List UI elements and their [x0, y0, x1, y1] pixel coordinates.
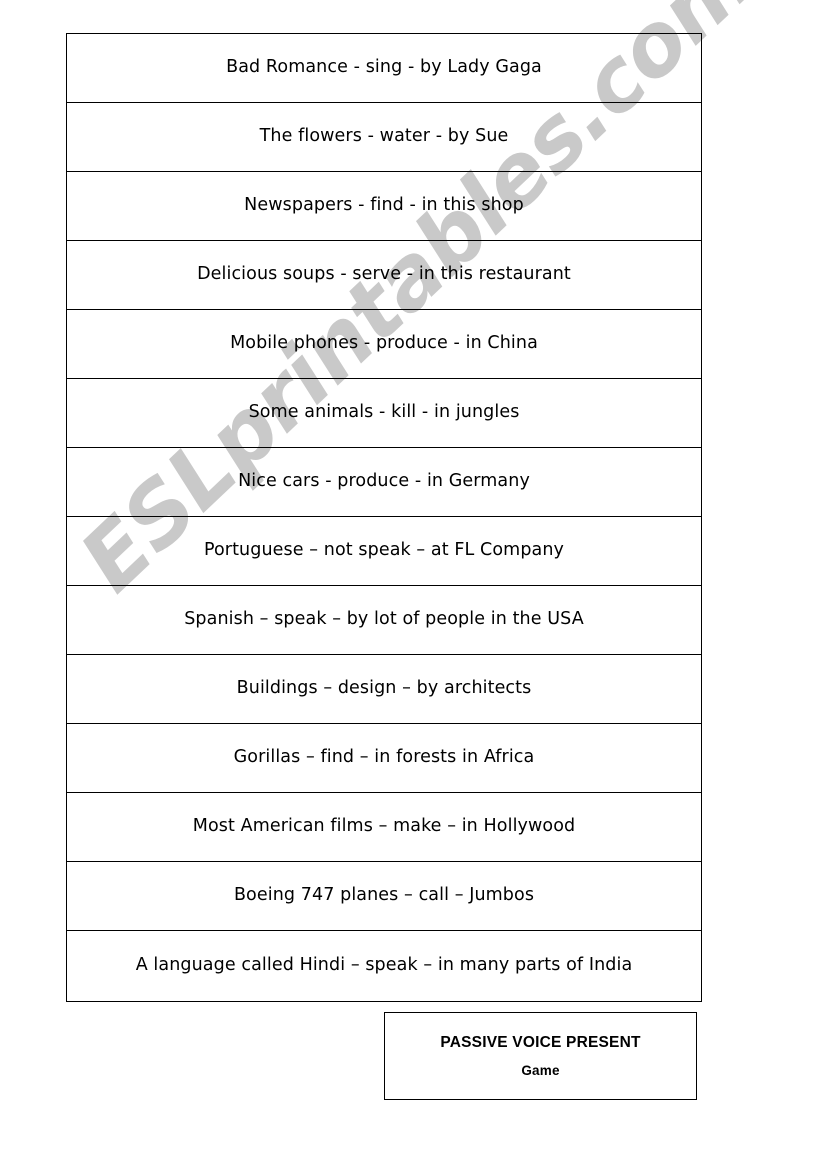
sentence-strip-cell: Some animals - kill - in jungles: [66, 378, 702, 448]
sentence-strip-cell: Portuguese – not speak – at FL Company: [66, 516, 702, 586]
table-row: Delicious soups - serve - in this restau…: [66, 240, 702, 310]
sentence-strips-table: Bad Romance - sing - by Lady Gaga The fl…: [66, 33, 702, 1002]
table-row: Spanish – speak – by lot of people in th…: [66, 585, 702, 655]
sentence-strips-body: Bad Romance - sing - by Lady Gaga The fl…: [66, 33, 702, 1002]
sentence-strip-cell: Boeing 747 planes – call – Jumbos: [66, 861, 702, 931]
table-row: Newspapers - find - in this shop: [66, 171, 702, 241]
worksheet-title-box: PASSIVE VOICE PRESENT Game: [384, 1012, 697, 1100]
sentence-strip-cell: Delicious soups - serve - in this restau…: [66, 240, 702, 310]
table-row: Mobile phones - produce - in China: [66, 309, 702, 379]
sentence-strip-cell: Mobile phones - produce - in China: [66, 309, 702, 379]
worksheet-subtitle: Game: [521, 1063, 560, 1078]
sentence-strip-cell: A language called Hindi – speak – in man…: [66, 930, 702, 1002]
worksheet-title: PASSIVE VOICE PRESENT: [440, 1034, 641, 1051]
sentence-strip-cell: Nice cars - produce - in Germany: [66, 447, 702, 517]
table-row: Portuguese – not speak – at FL Company: [66, 516, 702, 586]
sentence-strip-cell: Newspapers - find - in this shop: [66, 171, 702, 241]
table-row: Nice cars - produce - in Germany: [66, 447, 702, 517]
sentence-strip-cell: Gorillas – find – in forests in Africa: [66, 723, 702, 793]
sentence-strip-cell: Most American films – make – in Hollywoo…: [66, 792, 702, 862]
sentence-strip-cell: Spanish – speak – by lot of people in th…: [66, 585, 702, 655]
table-row: Most American films – make – in Hollywoo…: [66, 792, 702, 862]
sentence-strip-cell: The flowers - water - by Sue: [66, 102, 702, 172]
table-row: Some animals - kill - in jungles: [66, 378, 702, 448]
table-row: Buildings – design – by architects: [66, 654, 702, 724]
table-row: The flowers - water - by Sue: [66, 102, 702, 172]
table-row: Boeing 747 planes – call – Jumbos: [66, 861, 702, 931]
sentence-strip-cell: Buildings – design – by architects: [66, 654, 702, 724]
table-row: Gorillas – find – in forests in Africa: [66, 723, 702, 793]
table-row: Bad Romance - sing - by Lady Gaga: [66, 33, 702, 103]
sentence-strip-cell: Bad Romance - sing - by Lady Gaga: [66, 33, 702, 103]
table-row: A language called Hindi – speak – in man…: [66, 930, 702, 1002]
